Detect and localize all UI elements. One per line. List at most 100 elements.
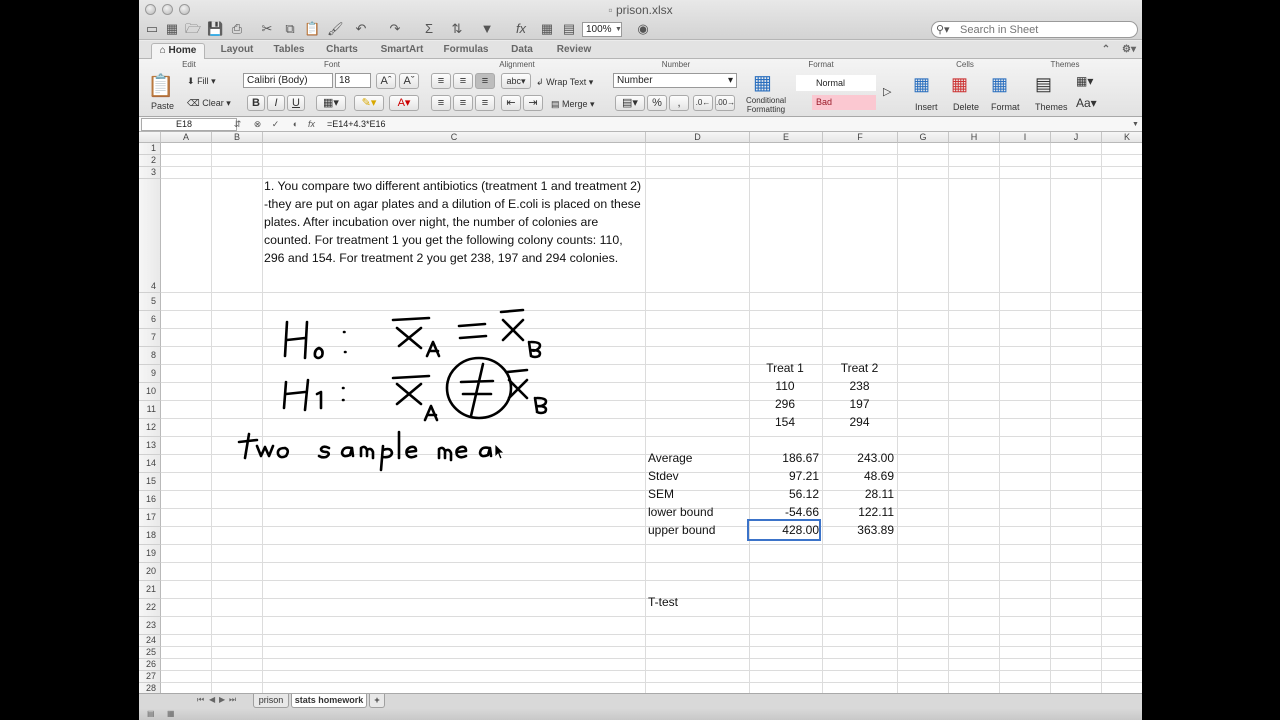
cancel-formula-icon[interactable]: ⊗ — [251, 118, 264, 131]
gallery-icon[interactable]: ▦ — [539, 21, 555, 37]
italic-button[interactable]: I — [267, 95, 285, 111]
comma-style-icon[interactable]: , — [669, 95, 689, 111]
style-normal[interactable]: Normal — [796, 75, 876, 91]
formula-builder-icon[interactable]: ◐ — [289, 118, 302, 131]
previous-sheet-icon[interactable]: ◀ — [209, 695, 215, 704]
tab-smartart[interactable]: SmartArt — [377, 43, 427, 59]
tab-home[interactable]: ⌂ Home — [151, 43, 205, 59]
font-size-select[interactable]: 18 — [335, 73, 371, 88]
tab-charts[interactable]: Charts — [322, 43, 362, 59]
open-icon[interactable]: 🗁 — [185, 21, 201, 37]
function-icon[interactable]: fx — [305, 118, 318, 131]
increase-font-button[interactable]: Aˆ — [376, 73, 396, 89]
spreadsheet-grid[interactable]: ABCDEFGHIJK 1 2 3 4 5 6 7 8 9 10 11 12 13 14 15 16 17 18 1… — [139, 132, 1142, 693]
theme-colors-icon[interactable]: ▦▾ — [1076, 75, 1093, 87]
decrease-decimal-icon[interactable]: .00→ — [715, 95, 735, 111]
decrease-indent-icon[interactable]: ⇤ — [501, 95, 521, 111]
format-painter-icon[interactable]: 🖌 — [327, 21, 344, 37]
last-sheet-icon[interactable]: ⏭ — [229, 695, 236, 705]
align-right-icon[interactable]: ≡ — [475, 95, 495, 111]
paste-button[interactable]: Paste — [151, 100, 174, 112]
search-icon: ⚲▾ — [936, 24, 950, 36]
redo-icon[interactable]: ↷ — [387, 21, 403, 37]
sheet-tab-prison[interactable]: prison — [253, 694, 289, 708]
conditional-formatting-icon[interactable]: ▦ — [753, 72, 772, 94]
help-icon[interactable]: ◉ — [635, 21, 651, 37]
fill-button[interactable]: ⬇ Fill ▾ — [187, 75, 216, 87]
align-middle-icon[interactable]: ≡ — [453, 73, 473, 89]
filter-icon[interactable]: ▼ — [479, 21, 495, 37]
search-input[interactable] — [960, 23, 1130, 36]
paste-icon[interactable]: 📋 — [304, 21, 320, 37]
save-icon[interactable]: 💾 — [207, 21, 223, 37]
increase-decimal-icon[interactable]: .0← — [693, 95, 713, 111]
paste-icon[interactable]: 📋 — [147, 73, 174, 99]
theme-fonts-icon[interactable]: Aa▾ — [1076, 97, 1097, 109]
sort-icon[interactable]: ⇅ — [449, 21, 465, 37]
borders-icon[interactable]: ▦▾ — [316, 95, 346, 111]
wrap-text-button[interactable]: ↲ Wrap Text ▾ — [536, 76, 593, 88]
text-orientation-icon[interactable]: abc▾ — [501, 73, 531, 89]
merge-button[interactable]: ▤ Merge ▾ — [551, 98, 595, 110]
chevron-down-icon[interactable]: ▼ — [615, 22, 623, 37]
increase-indent-icon[interactable]: ⇥ — [523, 95, 543, 111]
font-color-icon[interactable]: A▾ — [389, 95, 419, 111]
themes-button[interactable]: Themes — [1035, 101, 1068, 113]
page-layout-view-icon[interactable]: ▦ — [167, 709, 175, 718]
fill-color-icon[interactable]: ✎▾ — [354, 95, 384, 111]
templates-icon[interactable]: ▦ — [164, 21, 180, 37]
conditional-formatting-button[interactable]: Conditional Formatting — [743, 96, 789, 114]
font-name-select[interactable]: Calibri (Body) — [243, 73, 333, 88]
delete-cells-icon[interactable]: ▦ — [951, 73, 968, 95]
number-format-select[interactable]: Number ▾ — [613, 73, 737, 88]
formula-input[interactable]: =E14+4.3*E16 — [327, 118, 386, 131]
decrease-font-button[interactable]: Aˇ — [399, 73, 419, 89]
sheet-tab-stats-homework[interactable]: stats homework — [291, 694, 367, 708]
tab-layout[interactable]: Layout — [215, 43, 259, 59]
tab-formulas[interactable]: Formulas — [441, 43, 491, 59]
autosum-icon[interactable]: Σ — [421, 21, 437, 37]
more-styles-icon[interactable]: ▷ — [883, 86, 891, 98]
add-sheet-icon[interactable]: + — [369, 694, 385, 708]
wrap-text-icon: ↲ — [536, 77, 544, 87]
align-center-icon[interactable]: ≡ — [453, 95, 473, 111]
delete-button[interactable]: Delete — [953, 101, 979, 113]
first-sheet-icon[interactable]: ⏮ — [197, 695, 204, 705]
align-left-icon[interactable]: ≡ — [431, 95, 451, 111]
insert-cells-icon[interactable]: ▦ — [913, 73, 930, 95]
format-button[interactable]: Format — [991, 101, 1020, 113]
tab-tables[interactable]: Tables — [269, 43, 309, 59]
style-bad[interactable]: Bad — [812, 95, 876, 110]
clear-button[interactable]: ⌫ Clear ▾ — [187, 97, 231, 109]
group-themes-title: Themes — [1050, 60, 1080, 69]
collapse-ribbon-icon[interactable]: ⌃ — [1099, 43, 1113, 59]
underline-button[interactable]: U — [287, 95, 305, 111]
gear-icon[interactable]: ⚙▾ — [1119, 43, 1139, 59]
copy-icon[interactable]: ⧉ — [282, 21, 298, 37]
toolbox-icon[interactable]: ▤ — [561, 21, 577, 37]
function-icon[interactable]: fx — [513, 21, 529, 37]
undo-icon[interactable]: ↶ — [353, 21, 369, 37]
next-sheet-icon[interactable]: ▶ — [219, 695, 225, 704]
bold-button[interactable]: B — [247, 95, 265, 111]
accept-formula-icon[interactable]: ✓ — [269, 118, 282, 131]
search-box[interactable]: ⚲▾ — [931, 21, 1138, 38]
themes-icon[interactable]: ▤ — [1035, 73, 1052, 95]
currency-icon[interactable]: ▤▾ — [615, 95, 645, 111]
new-workbook-icon[interactable]: ▭ — [144, 21, 160, 37]
print-icon[interactable]: ⎙ — [229, 21, 245, 37]
align-top-icon[interactable]: ≡ — [431, 73, 451, 89]
mouse-cursor-icon — [494, 443, 505, 460]
name-box[interactable]: E18 — [141, 118, 237, 131]
percent-icon[interactable]: % — [647, 95, 667, 111]
cut-icon[interactable]: ✂ — [259, 21, 275, 37]
insert-button[interactable]: Insert — [915, 101, 938, 113]
format-cells-icon[interactable]: ▦ — [991, 73, 1008, 95]
tab-data[interactable]: Data — [507, 43, 537, 59]
align-bottom-icon[interactable]: ≡ — [475, 73, 495, 89]
group-alignment-title: Alignment — [499, 60, 535, 69]
expand-formula-icon[interactable]: ▼ — [1129, 118, 1142, 131]
name-box-stepper-icon[interactable]: ⇵ — [231, 118, 244, 131]
tab-review[interactable]: Review — [551, 43, 597, 59]
normal-view-icon[interactable]: ▤ — [147, 709, 155, 718]
